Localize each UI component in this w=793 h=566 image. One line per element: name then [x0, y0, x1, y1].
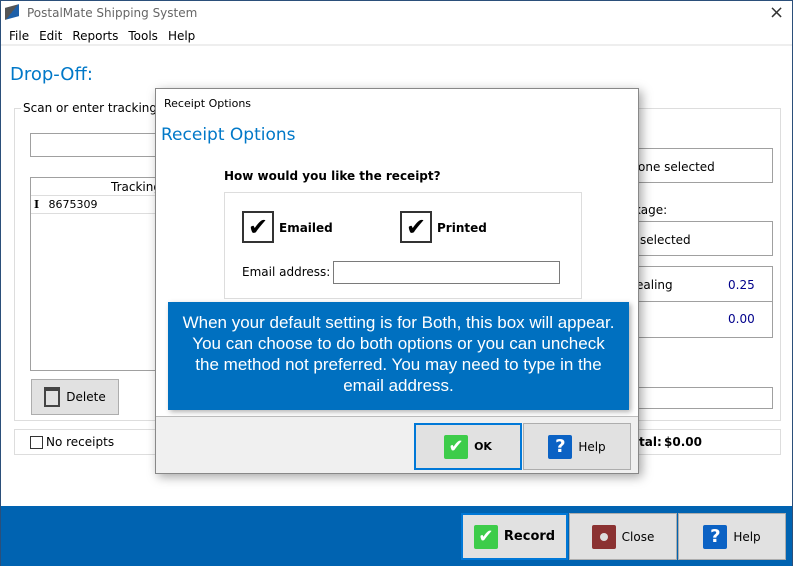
- printed-label: Printed: [437, 221, 487, 235]
- checkmark-icon: ✔: [247, 213, 269, 241]
- table-header: Tracking: [31, 178, 169, 196]
- callout-box: When your default setting is for Both, t…: [168, 302, 629, 410]
- tracking-input[interactable]: [30, 133, 170, 157]
- emailed-label: Emailed: [279, 221, 333, 235]
- help-icon: ?: [703, 524, 728, 549]
- close-button[interactable]: Close: [569, 513, 677, 560]
- menu-tools[interactable]: Tools: [128, 29, 158, 43]
- total-value: $0.00: [664, 435, 702, 449]
- checkmark-icon: ✔: [473, 524, 498, 549]
- help-icon: ?: [548, 434, 573, 459]
- tracking-table: Tracking I 8675309: [30, 177, 170, 371]
- email-label: Email address:: [242, 265, 331, 279]
- menu-edit[interactable]: Edit: [39, 29, 62, 43]
- menu-help[interactable]: Help: [168, 29, 195, 43]
- group-label: Scan or enter tracking: [21, 101, 159, 115]
- menu-bar: File Edit Reports Tools Help: [1, 26, 792, 46]
- window-title: PostalMate Shipping System: [27, 6, 198, 20]
- trash-icon: [44, 387, 61, 407]
- window-close-icon[interactable]: ×: [769, 2, 784, 23]
- stop-icon: [591, 524, 616, 549]
- ok-button[interactable]: ✔ OK: [414, 423, 522, 470]
- no-receipts-label: No receipts: [46, 435, 115, 449]
- total-label: tal:: [639, 435, 662, 449]
- row-marker: I: [34, 198, 40, 211]
- table-row[interactable]: I 8675309: [31, 196, 169, 214]
- receipt-question: How would you like the receipt?: [224, 169, 441, 183]
- receipt-options-dialog: Receipt Options Receipt Options How woul…: [155, 88, 639, 474]
- email-input[interactable]: [333, 261, 560, 284]
- menu-file[interactable]: File: [9, 29, 29, 43]
- menu-reports[interactable]: Reports: [72, 29, 118, 43]
- record-button[interactable]: ✔ Record: [461, 513, 568, 560]
- no-receipts-checkbox[interactable]: [30, 436, 43, 449]
- checkmark-icon: ✔: [444, 434, 469, 459]
- app-logo-icon: [5, 4, 19, 20]
- help-button[interactable]: ? Help: [678, 513, 786, 560]
- delete-button[interactable]: Delete: [31, 379, 119, 415]
- checkmark-icon: ✔: [405, 213, 427, 241]
- title-bar: PostalMate Shipping System ×: [1, 1, 792, 26]
- dialog-help-button[interactable]: ? Help: [523, 423, 631, 470]
- dialog-heading: Receipt Options: [161, 125, 296, 145]
- printed-checkbox[interactable]: ✔: [400, 211, 432, 243]
- emailed-checkbox[interactable]: ✔: [242, 211, 274, 243]
- page-title: Drop-Off:: [10, 64, 93, 85]
- tracking-cell: 8675309: [48, 198, 98, 211]
- dialog-title: Receipt Options: [164, 97, 252, 110]
